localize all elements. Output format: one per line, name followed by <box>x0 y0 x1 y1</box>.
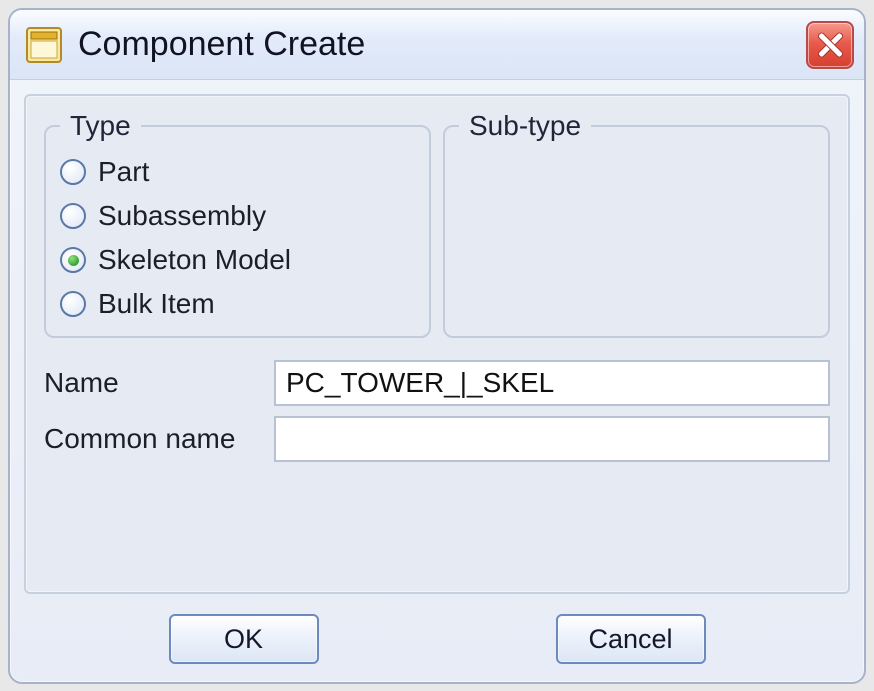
type-option-list: Part Subassembly Skeleton Model Bulk Ite… <box>60 154 415 320</box>
close-button[interactable] <box>806 21 854 69</box>
type-group: Type Part Subassembly Skeleton Model <box>44 110 431 338</box>
subtype-legend: Sub-type <box>459 110 591 142</box>
radio-icon <box>60 203 86 229</box>
radio-icon <box>60 159 86 185</box>
type-option-part[interactable]: Part <box>60 156 415 188</box>
type-option-label: Part <box>98 156 149 188</box>
close-icon <box>817 32 843 58</box>
type-option-subassembly[interactable]: Subassembly <box>60 200 415 232</box>
type-option-label: Bulk Item <box>98 288 215 320</box>
common-name-row: Common name <box>44 416 830 462</box>
subtype-group: Sub-type <box>443 110 830 338</box>
name-row: Name <box>44 360 830 406</box>
type-option-label: Subassembly <box>98 200 266 232</box>
component-create-dialog: Component Create Type Part Subassembly <box>8 8 866 684</box>
type-option-label: Skeleton Model <box>98 244 291 276</box>
type-option-bulk-item[interactable]: Bulk Item <box>60 288 415 320</box>
type-legend: Type <box>60 110 141 142</box>
cancel-button[interactable]: Cancel <box>556 614 706 664</box>
assembly-window-icon <box>24 25 64 65</box>
common-name-input[interactable] <box>274 416 830 462</box>
dialog-body: Type Part Subassembly Skeleton Model <box>24 94 850 594</box>
radio-icon <box>60 247 86 273</box>
common-name-label: Common name <box>44 423 264 455</box>
dialog-title: Component Create <box>78 25 792 64</box>
name-input[interactable] <box>274 360 830 406</box>
title-bar: Component Create <box>10 10 864 80</box>
name-label: Name <box>44 367 264 399</box>
radio-icon <box>60 291 86 317</box>
type-option-skeleton-model[interactable]: Skeleton Model <box>60 244 415 276</box>
ok-button[interactable]: OK <box>169 614 319 664</box>
dialog-buttons: OK Cancel <box>10 608 864 682</box>
type-subtype-row: Type Part Subassembly Skeleton Model <box>44 110 830 338</box>
